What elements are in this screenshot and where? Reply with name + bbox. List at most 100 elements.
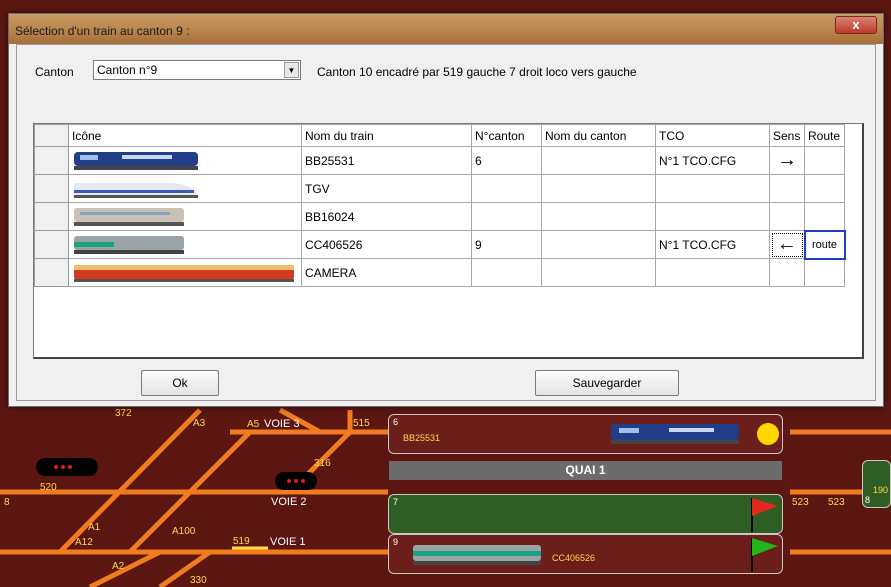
row-header-corner [34,124,69,147]
train-name-cell[interactable]: BB16024 [301,202,472,231]
cc406526-loco-icon [68,230,302,259]
train-selection-dialog: Sélection d'un train au canton 9 : x Can… [8,13,884,407]
track-label-330: 330 [190,575,207,586]
column-header-route[interactable]: Route [804,124,845,147]
canton-name-cell[interactable] [541,146,656,175]
track-label-8: 8 [865,495,871,505]
block-canton-9[interactable]: 9 CC406526 [388,534,783,574]
canton-number-cell[interactable] [471,174,542,203]
train-name-cell[interactable]: BB25531 [301,146,472,175]
sens-cell[interactable] [769,258,805,287]
table-row[interactable]: CC406526 9 N°1 TCO.CFG ← route [34,229,846,260]
track-label-190: 190 [873,485,889,495]
route-cell[interactable] [804,258,845,287]
canton-name-cell[interactable] [541,230,656,259]
quai-label: QUAI 1 [389,461,782,480]
block-canton-7[interactable]: 7 [388,494,783,534]
ok-button[interactable]: Ok [141,370,219,396]
canton-number-cell[interactable] [471,202,542,231]
track-label-a1: A1 [88,522,101,533]
row-selector[interactable] [34,146,69,175]
close-button[interactable]: x [835,16,877,34]
track-label-voie1: VOIE 1 [270,536,306,548]
route-cell[interactable] [804,146,845,175]
canton-dropdown[interactable]: Canton n°9 ▼ [93,60,301,80]
column-header-sens[interactable]: Sens [769,124,805,147]
train-table: Icône Nom du train N°canton Nom du canto… [33,123,864,359]
table-row[interactable]: CAMERA [34,258,845,287]
block-number: 6 [393,417,399,427]
camera-train-icon [68,258,302,287]
canton-number-cell[interactable]: 6 [471,146,542,175]
bb16024-loco-icon [68,202,302,231]
row-selector[interactable] [34,258,69,287]
dialog-body: Canton Canton n°9 ▼ Canton 10 encadré pa… [16,44,876,401]
row-selector[interactable] [34,174,69,203]
dialog-title: Sélection d'un train au canton 9 : [15,24,190,38]
canton-number-cell[interactable]: 9 [471,230,542,259]
track-label-a100: A100 [172,526,196,537]
canton-info-text: Canton 10 encadré par 519 gauche 7 droit… [317,65,637,79]
block-train-name: BB25531 [403,433,441,443]
canton-label: Canton [35,65,74,79]
table-row[interactable]: TGV [34,174,845,203]
track-label-a3: A3 [193,418,206,429]
track-label-a12: A12 [75,537,93,548]
track-label-a2: A2 [112,561,125,572]
track-label-316: 316 [314,458,331,469]
sens-cell[interactable] [769,174,805,203]
canton-number-cell[interactable] [471,258,542,287]
canton-name-cell[interactable] [541,258,656,287]
table-row[interactable]: BB25531 6 N°1 TCO.CFG → [34,146,845,175]
track-label-voie2: VOIE 2 [271,496,307,508]
block-right-edge[interactable]: 190 8 [862,460,891,508]
right-arrow-icon[interactable]: → [769,146,805,175]
yellow-signal-icon [757,423,779,445]
column-header-icon[interactable]: Icône [68,124,302,147]
tco-cell[interactable] [655,258,770,287]
column-header-canton-number[interactable]: N°canton [471,124,542,147]
column-header-tco[interactable]: TCO [655,124,770,147]
green-flag-icon [751,538,778,572]
signal-left-icon [36,458,98,476]
route-cell[interactable] [804,174,845,203]
track-label-8-left: 8 [4,497,10,508]
route-cell-selected[interactable]: route [803,229,846,260]
tco-cell[interactable] [655,202,770,231]
block-canton-6[interactable]: 6 BB25531 [388,414,783,454]
track-label-520: 520 [40,482,57,493]
track-label-523b: 523 [828,497,845,508]
table-row[interactable]: BB16024 [34,202,845,231]
canton-dropdown-value: Canton n°9 [97,63,158,77]
block-number: 7 [393,497,399,507]
row-selector[interactable] [34,202,69,231]
signal-center-icon [275,472,317,490]
dialog-titlebar[interactable]: Sélection d'un train au canton 9 : x [9,14,883,44]
track-label-a5: A5 [247,419,260,430]
track-label-519: 519 [233,536,250,547]
save-button[interactable]: Sauvegarder [535,370,679,396]
canton-name-cell[interactable] [541,174,656,203]
block-train-name: CC406526 [552,553,596,563]
left-arrow-icon[interactable]: ← [769,230,805,259]
track-label-515: 515 [353,418,370,429]
bb25531-track-icon [611,424,739,444]
column-header-canton-name[interactable]: Nom du canton [541,124,656,147]
route-cell[interactable] [804,202,845,231]
tco-cell[interactable]: N°1 TCO.CFG [655,230,770,259]
train-name-cell[interactable]: CAMERA [301,258,472,287]
track-label-372: 372 [115,408,132,419]
sens-cell[interactable] [769,202,805,231]
train-name-cell[interactable]: TGV [301,174,472,203]
column-header-train-name[interactable]: Nom du train [301,124,472,147]
track-label-voie3: VOIE 3 [264,418,300,430]
tco-cell[interactable]: N°1 TCO.CFG [655,146,770,175]
chevron-down-icon[interactable]: ▼ [284,62,299,78]
train-name-cell[interactable]: CC406526 [301,230,472,259]
canton-name-cell[interactable] [541,202,656,231]
block-number: 9 [393,537,399,547]
cc406526-track-icon [413,545,541,565]
tco-cell[interactable] [655,174,770,203]
track-label-523a: 523 [792,497,809,508]
row-selector[interactable] [34,230,69,259]
